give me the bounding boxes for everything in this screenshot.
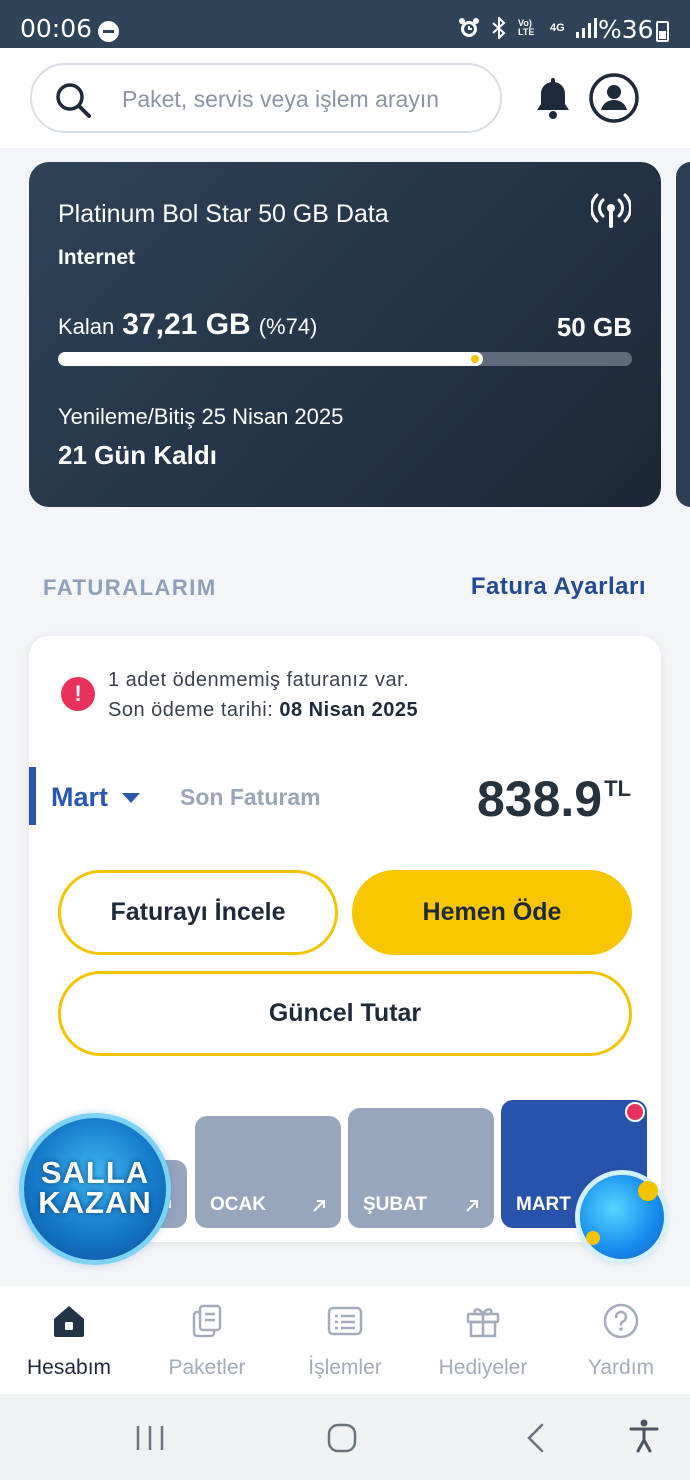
salla-kazan-line1: SALLA xyxy=(40,1155,150,1190)
profile-icon[interactable] xyxy=(588,72,640,124)
renewal-date: Yenileme/Bitiş 25 Nisan 2025 xyxy=(58,404,344,429)
chevron-down-icon xyxy=(122,792,141,803)
app-header xyxy=(0,48,690,148)
system-navigation-bar xyxy=(0,1394,690,1480)
month-tile-ocak[interactable]: OCAK xyxy=(195,1116,341,1228)
accessibility-icon[interactable] xyxy=(628,1418,660,1454)
days-left: 21 Gün Kaldı xyxy=(58,440,217,470)
month-dropdown[interactable]: Mart xyxy=(51,782,141,813)
home-button-icon[interactable] xyxy=(326,1422,358,1454)
wireless-signal-icon xyxy=(591,193,631,228)
nav-label: İşlemler xyxy=(308,1356,382,1379)
remaining-label: Kalan xyxy=(58,314,115,339)
bill-settings-link[interactable]: Fatura Ayarları xyxy=(471,573,646,601)
arrow-up-right-icon xyxy=(313,1200,325,1212)
progress-indicator-dot xyxy=(470,355,479,363)
signal-icon xyxy=(575,18,597,38)
bills-section-title: FATURALARIM xyxy=(43,575,217,600)
bill-amount-value: 838.9 xyxy=(476,771,603,827)
nav-label: Hediyeler xyxy=(438,1356,528,1379)
review-bill-button[interactable]: Faturayı İncele xyxy=(58,870,338,955)
month-tile-label: ŞUBAT xyxy=(363,1194,428,1215)
month-tile-label: MART xyxy=(516,1194,571,1215)
nav-label: Paketler xyxy=(168,1356,246,1379)
bill-currency: TL xyxy=(604,776,631,801)
do-not-disturb-icon xyxy=(98,21,119,42)
remaining-data: Kalan 37,21 GB (%74) xyxy=(58,308,317,342)
last-bill-label: Son Faturam xyxy=(180,784,321,810)
selected-accent-bar xyxy=(29,767,36,825)
remaining-percent: (%74) xyxy=(258,314,318,339)
nav-label: Hesabım xyxy=(26,1356,112,1379)
usage-progress-fill xyxy=(58,352,483,366)
status-icons: Vo) LTE 4G xyxy=(458,17,597,39)
help-icon xyxy=(603,1303,639,1339)
next-package-card[interactable] xyxy=(676,162,690,507)
packages-icon xyxy=(192,1304,222,1338)
nav-item-hediyeler[interactable]: Hediyeler xyxy=(414,1286,552,1394)
nav-item-hesabim[interactable]: Hesabım xyxy=(0,1286,138,1394)
nav-item-islemler[interactable]: İşlemler xyxy=(276,1286,414,1394)
notification-bell-icon[interactable] xyxy=(533,78,573,120)
pay-now-button[interactable]: Hemen Öde xyxy=(352,870,632,955)
package-type: Internet xyxy=(58,246,136,269)
status-bar: 00:06 Vo) LTE 4G %36 xyxy=(0,0,690,48)
package-card[interactable]: Platinum Bol Star 50 GB Data Internet Ka… xyxy=(29,162,661,507)
alarm-icon xyxy=(459,18,479,37)
assistant-bubble-icon[interactable] xyxy=(580,1175,664,1259)
month-tile-label: OCAK xyxy=(210,1194,266,1215)
usage-progress-bar xyxy=(58,352,632,366)
nav-item-paketler[interactable]: Paketler xyxy=(138,1286,276,1394)
home-icon xyxy=(54,1306,84,1337)
nav-label: Yardım xyxy=(587,1356,655,1379)
recent-apps-icon[interactable] xyxy=(135,1424,165,1452)
unpaid-bill-notice: 1 adet ödenmemiş faturanız var. xyxy=(108,669,410,691)
bluetooth-icon xyxy=(492,17,506,39)
gift-icon xyxy=(466,1308,500,1338)
nav-item-yardim[interactable]: Yardım xyxy=(552,1286,690,1394)
due-date-value: 08 Nisan 2025 xyxy=(279,699,419,721)
list-icon xyxy=(327,1306,363,1336)
salla-kazan-line2: KAZAN xyxy=(38,1185,152,1220)
salla-kazan-badge[interactable]: SALLA KAZAN xyxy=(24,1118,166,1260)
network-type-icon: 4G xyxy=(550,22,565,34)
due-date-notice: Son ödeme tarihi: 08 Nisan 2025 xyxy=(108,699,418,722)
alert-icon: ! xyxy=(61,677,95,711)
current-amount-button[interactable]: Güncel Tutar xyxy=(58,971,632,1056)
battery-percent: %36 xyxy=(598,15,654,44)
bill-amount: 838.9 TL xyxy=(477,770,631,828)
battery-icon xyxy=(656,21,669,42)
unpaid-indicator-dot xyxy=(625,1102,645,1122)
search-input[interactable] xyxy=(122,79,492,119)
package-total: 50 GB xyxy=(556,312,632,342)
volte-icon: Vo) LTE xyxy=(518,18,535,37)
remaining-value: 37,21 GB xyxy=(122,308,251,341)
status-time: 00:06 xyxy=(20,14,93,43)
search-bar[interactable] xyxy=(30,63,502,133)
due-date-label: Son ödeme tarihi: xyxy=(108,699,274,721)
back-icon[interactable] xyxy=(524,1422,546,1454)
month-dropdown-value: Mart xyxy=(51,782,109,812)
month-tile-subat[interactable]: ŞUBAT xyxy=(348,1108,494,1228)
arrow-up-right-icon xyxy=(466,1200,478,1212)
package-title: Platinum Bol Star 50 GB Data xyxy=(58,200,389,228)
bottom-navigation: Hesabım Paketler İşlemler Hediyeler Yard… xyxy=(0,1286,690,1394)
search-icon xyxy=(56,83,91,118)
